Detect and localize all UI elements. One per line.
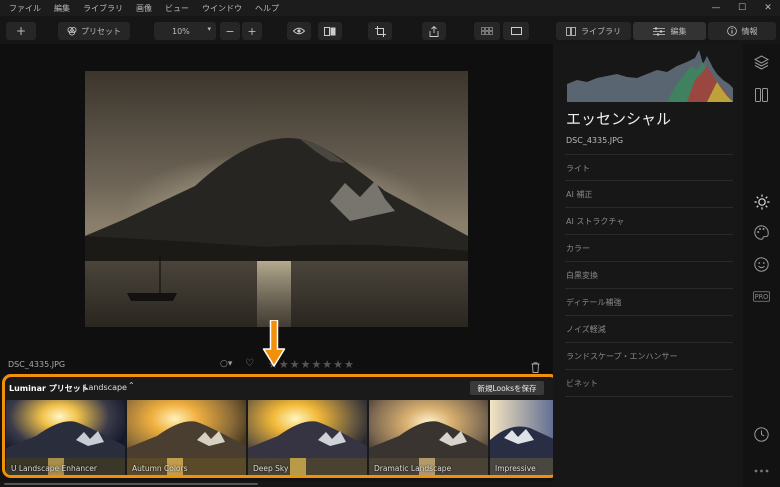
divider [565, 369, 733, 370]
preset-header: Luminar プリセット Landscape ⌃ 新規Looksを保存 [5, 377, 556, 399]
divider [565, 396, 733, 397]
eye-icon[interactable] [287, 22, 311, 40]
share-icon[interactable] [422, 22, 446, 40]
divider [565, 180, 733, 181]
zoom-in-button[interactable]: + [242, 22, 262, 40]
menu-view[interactable]: ビュー [165, 3, 189, 14]
preset-item[interactable]: Impressive [490, 400, 556, 475]
section-denoise[interactable]: ノイズ軽減 [566, 324, 606, 335]
section-landscape[interactable]: ランドスケープ・エンハンサー [566, 351, 678, 362]
menu-image[interactable]: 画像 [136, 3, 152, 14]
arrow-down-icon [262, 320, 286, 367]
edit-panel: エッセンシャル DSC_4335.JPG ライト AI 補正 AI ストラクチャ… [553, 44, 743, 487]
panel-title: エッセンシャル [566, 110, 672, 128]
menu-help[interactable]: ヘルプ [255, 3, 279, 14]
preset-panel-title: Luminar プリセット [9, 384, 89, 393]
menu-window[interactable]: ウインドウ [202, 3, 242, 14]
scrollbar-thumb[interactable] [4, 483, 258, 485]
sliders-icon [652, 26, 665, 36]
side-icon-bar: PRO [743, 44, 780, 487]
library-tab[interactable]: ライブラリ [556, 22, 631, 40]
divider [565, 234, 733, 235]
grid-view-icon[interactable] [474, 22, 500, 40]
preset-item[interactable]: Deep Sky [248, 400, 367, 475]
divider [565, 207, 733, 208]
maximize-button[interactable]: ☐ [730, 0, 754, 16]
photo-canvas [85, 71, 468, 327]
divider [565, 342, 733, 343]
menu-library[interactable]: ライブラリ [83, 3, 123, 14]
preset-icon [67, 26, 77, 36]
preset-item[interactable]: U Landscape Enhancer [6, 400, 125, 475]
preset-category-select[interactable]: Landscape [84, 383, 127, 392]
preset-item-label: Autumn Colors [132, 464, 188, 473]
preset-item[interactable]: Dramatic Landscape [369, 400, 488, 475]
toolbar: + プリセット 10% ▾ − + ライブラリ 編集 情報 [0, 16, 780, 44]
library-tab-label: ライブラリ [581, 26, 621, 36]
library-icon [566, 26, 576, 36]
luminar-window: ファイル 編集 ライブラリ 画像 ビュー ウインドウ ヘルプ — ☐ ✕ + プ… [0, 0, 780, 487]
preset-button[interactable]: プリセット [58, 22, 130, 40]
smile-icon[interactable] [753, 256, 770, 273]
layers-icon[interactable] [753, 54, 770, 71]
histogram [567, 44, 733, 102]
compare-icon[interactable] [753, 86, 770, 103]
compare-view-icon[interactable] [318, 22, 342, 40]
image-filename: DSC_4335.JPG [8, 360, 66, 369]
section-color[interactable]: カラー [566, 243, 590, 254]
zoom-select[interactable]: 10% ▾ [154, 22, 216, 40]
svg-text:PRO: PRO [755, 293, 769, 301]
crop-icon[interactable] [368, 22, 392, 40]
sun-icon[interactable] [753, 193, 770, 210]
more-icon[interactable] [753, 462, 770, 479]
chevron-down-icon: ▾ [207, 25, 211, 33]
preset-thumbnails: U Landscape Enhancer Autumn Colors Deep … [5, 400, 556, 475]
preset-item-label: Deep Sky [253, 464, 289, 473]
close-button[interactable]: ✕ [756, 0, 780, 16]
menu-edit[interactable]: 編集 [54, 3, 70, 14]
clock-icon[interactable] [753, 426, 770, 443]
info-tab-label: 情報 [741, 26, 758, 36]
preset-item-label: Dramatic Landscape [374, 464, 452, 473]
section-ai-enhance[interactable]: AI 補正 [566, 189, 592, 200]
divider [565, 288, 733, 289]
preset-label: プリセット [81, 26, 121, 36]
save-looks-button[interactable]: 新規Looksを保存 [470, 381, 544, 395]
section-ai-structure[interactable]: AI ストラクチャ [566, 216, 624, 227]
zoom-value: 10% [172, 26, 190, 36]
divider [565, 154, 733, 155]
section-light[interactable]: ライト [566, 163, 590, 174]
pro-icon[interactable]: PRO [753, 288, 770, 305]
minimize-button[interactable]: — [704, 0, 728, 16]
divider [565, 261, 733, 262]
add-button[interactable]: + [6, 22, 36, 40]
panel-filename: DSC_4335.JPG [566, 136, 624, 145]
info-tab[interactable]: 情報 [708, 22, 776, 40]
preset-item-label: U Landscape Enhancer [11, 464, 97, 473]
section-detail[interactable]: ディテール補強 [566, 297, 621, 308]
color-label-icon[interactable]: ○▾ [220, 359, 232, 369]
chevron-up-icon[interactable]: ⌃ [128, 381, 135, 390]
divider [565, 315, 733, 316]
menu-file[interactable]: ファイル [9, 3, 41, 14]
menu-bar: ファイル 編集 ライブラリ 画像 ビュー ウインドウ ヘルプ [0, 0, 780, 16]
heart-icon[interactable]: ♡ [245, 358, 254, 369]
single-view-icon[interactable] [503, 22, 529, 40]
preset-panel: Luminar プリセット Landscape ⌃ 新規Looksを保存 U L… [2, 374, 559, 478]
zoom-out-button[interactable]: − [220, 22, 240, 40]
preset-item-label: Impressive [495, 464, 536, 473]
palette-icon[interactable] [753, 224, 770, 241]
section-bw[interactable]: 白黒変換 [566, 270, 598, 281]
edit-tab-label: 編集 [670, 26, 687, 36]
edit-tab[interactable]: 編集 [633, 22, 706, 40]
info-icon [726, 26, 737, 36]
section-vignette[interactable]: ビネット [566, 378, 598, 389]
preset-item[interactable]: Autumn Colors [127, 400, 246, 475]
